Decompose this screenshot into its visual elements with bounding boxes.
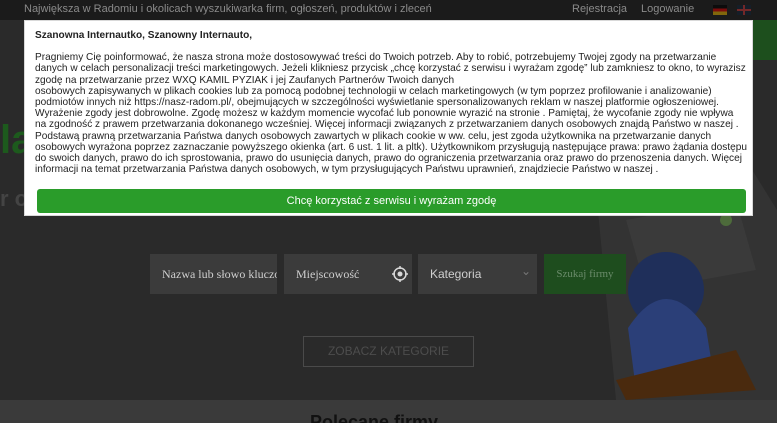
consent-greeting: Szanowna Internautko, Szanowny Internaut… [35, 30, 253, 41]
category-select[interactable]: Kategoria [418, 254, 537, 294]
consent-paragraph-intro: Pragniemy Cię poinformować, że nasza str… [35, 52, 746, 86]
consent-paragraph-cookies: osobowych zapisywanych w plikach cookies… [35, 85, 719, 109]
accept-consent-button[interactable]: Chcę korzystać z serwisu i wyrażam zgodę [37, 189, 746, 213]
site-tagline: Największa w Radomiu i okolicach wyszuki… [24, 3, 432, 15]
view-categories-button[interactable]: ZOBACZ KATEGORIE [303, 336, 474, 367]
consent-text: Szanowna Internautko, Szanowny Internaut… [35, 30, 747, 175]
cookie-consent-dialog: Szanowna Internautko, Szanowny Internaut… [24, 20, 753, 216]
search-companies-button[interactable]: Szukaj firmy [544, 254, 626, 294]
search-name-input[interactable]: Nazwa lub słowo kluczowe [150, 254, 277, 294]
featured-companies-title: Polecane firmy [310, 412, 439, 423]
locate-icon[interactable] [392, 266, 408, 282]
top-bar: Największa w Radomiu i okolicach wyszuki… [0, 0, 777, 20]
consent-paragraph-rights: Wyrażenie zgody jest dobrowolne. Zgodę m… [35, 108, 747, 176]
english-flag-icon[interactable] [737, 5, 751, 15]
login-link[interactable]: Logowanie [641, 3, 694, 15]
german-flag-icon[interactable] [713, 5, 727, 15]
header-accent [751, 20, 777, 60]
register-link[interactable]: Rejestracja [572, 3, 627, 15]
